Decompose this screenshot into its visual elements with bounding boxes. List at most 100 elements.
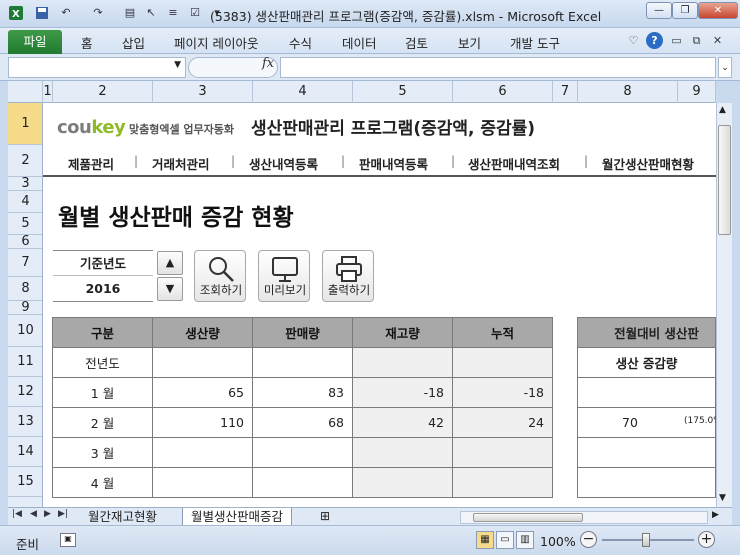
row-header[interactable]: 8 [8, 277, 42, 301]
zoom-level[interactable]: 100% [540, 534, 576, 549]
tab-formulas[interactable]: 수식 [289, 33, 312, 52]
last-sheet-icon[interactable]: ▶| [58, 509, 68, 519]
cell[interactable] [452, 347, 553, 378]
row-header[interactable]: 10 [8, 315, 42, 347]
tab-data[interactable]: 데이터 [342, 33, 377, 52]
worksheet-grid[interactable]: coukey 맞춤형엑셀 업무자동화 생산판매관리 프로그램(증감액, 증감률)… [43, 103, 716, 507]
column-header[interactable]: 4 [253, 81, 353, 103]
cell[interactable]: 42 [352, 407, 453, 438]
cell[interactable]: 24 [452, 407, 553, 438]
nav-product[interactable]: 제품관리 [68, 154, 114, 173]
name-box[interactable]: ▼ [8, 57, 186, 78]
scroll-up-icon[interactable]: ▲ [719, 105, 726, 115]
cell[interactable] [252, 467, 353, 498]
next-sheet-icon[interactable]: ▶ [44, 509, 51, 519]
workbook-close-icon[interactable]: ✕ [709, 32, 726, 49]
zoom-in-icon[interactable]: + [698, 531, 715, 548]
tab-file[interactable]: 파일 [8, 30, 62, 54]
nav-production-entry[interactable]: 생산내역등록 [249, 154, 318, 173]
normal-view-icon[interactable]: ▦ [476, 531, 494, 549]
column-header[interactable]: 6 [453, 81, 553, 103]
formula-input[interactable] [280, 57, 716, 78]
workbook-minimize-icon[interactable]: ▭ [668, 32, 685, 49]
page-layout-view-icon[interactable]: ▭ [496, 531, 514, 549]
scroll-right-icon[interactable]: ▶ [712, 510, 719, 520]
row-header[interactable]: 15 [8, 467, 42, 497]
sort-filter-icon[interactable]: ≡ [165, 5, 181, 21]
cell[interactable] [152, 437, 253, 468]
close-button[interactable]: ✕ [698, 2, 738, 19]
year-increase-button[interactable]: ▲ [157, 251, 183, 275]
redo-icon[interactable]: ↷ [90, 5, 106, 21]
undo-icon[interactable]: ↶ [58, 5, 74, 21]
row-header[interactable]: 13 [8, 407, 42, 437]
column-header[interactable]: 1 [43, 81, 53, 103]
preview-button[interactable]: 미리보기 [258, 250, 310, 302]
nav-sales-entry[interactable]: 판매내역등록 [359, 154, 428, 173]
cell[interactable]: 83 [252, 377, 353, 408]
nav-client[interactable]: 거래처관리 [152, 154, 210, 173]
row-header[interactable]: 7 [8, 249, 42, 277]
row-header[interactable]: 1 [8, 103, 42, 145]
excel-app-icon[interactable]: X [8, 5, 24, 21]
tab-review[interactable]: 검토 [405, 33, 428, 52]
cell[interactable]: -18 [452, 377, 553, 408]
cell[interactable] [577, 467, 716, 498]
cell[interactable] [577, 437, 716, 468]
nav-monthly-status[interactable]: 월간생산판매현황 [602, 154, 694, 173]
sheet-tab-inventory[interactable]: 월간재고현황 [80, 508, 165, 526]
column-header[interactable]: 5 [353, 81, 453, 103]
cell[interactable]: 110 [152, 407, 253, 438]
cell[interactable] [152, 467, 253, 498]
nav-inquiry[interactable]: 생산판매내역조회 [468, 154, 560, 173]
horizontal-scroll-thumb[interactable] [473, 513, 583, 522]
pointer-icon[interactable]: ↖ [143, 5, 159, 21]
row-label[interactable]: 2 월 [52, 407, 153, 438]
row-header[interactable]: 6 [8, 234, 42, 249]
cell[interactable] [252, 437, 353, 468]
zoom-slider-handle[interactable] [642, 533, 650, 547]
row-header[interactable]: 11 [8, 347, 42, 377]
prev-sheet-icon[interactable]: ◀ [30, 509, 37, 519]
year-decrease-button[interactable]: ▼ [157, 277, 183, 301]
row-header[interactable]: 4 [8, 191, 42, 213]
insert-function-icon[interactable]: fx [262, 56, 274, 71]
cell[interactable] [452, 467, 553, 498]
maximize-button[interactable]: ❐ [672, 2, 698, 19]
cell[interactable]: 68 [252, 407, 353, 438]
search-button[interactable]: 조회하기 [194, 250, 246, 302]
cell[interactable]: -18 [352, 377, 453, 408]
row-label[interactable]: 3 월 [52, 437, 153, 468]
form-icon[interactable]: ▤ [122, 5, 138, 21]
tab-developer[interactable]: 개발 도구 [510, 33, 560, 52]
macro-record-icon[interactable]: ▣ [60, 533, 76, 547]
row-header[interactable]: 5 [8, 213, 42, 235]
column-header[interactable]: 2 [53, 81, 153, 103]
checklist-icon[interactable]: ☑ [187, 5, 203, 21]
zoom-out-icon[interactable]: − [580, 531, 597, 548]
year-value[interactable]: 2016 [53, 276, 153, 302]
expand-formula-bar-icon[interactable]: ⌄ [718, 57, 732, 78]
save-icon[interactable] [34, 5, 50, 21]
row-header[interactable]: 2 [8, 145, 42, 177]
cell[interactable] [577, 377, 716, 408]
row-header[interactable]: 9 [8, 300, 42, 315]
ribbon-minimize-icon[interactable]: ♡ [625, 32, 642, 49]
tab-page-layout[interactable]: 페이지 레이아웃 [174, 33, 258, 52]
column-header[interactable]: 3 [153, 81, 253, 103]
row-header[interactable]: 14 [8, 437, 42, 467]
insert-sheet-icon[interactable]: ⊞ [320, 509, 330, 523]
minimize-button[interactable]: — [646, 2, 672, 19]
column-header[interactable]: 9 [678, 81, 716, 103]
tab-home[interactable]: 홈 [81, 33, 93, 52]
horizontal-scrollbar[interactable] [460, 511, 708, 524]
scroll-down-icon[interactable]: ▼ [719, 493, 726, 503]
print-button[interactable]: 출력하기 [322, 250, 374, 302]
column-header[interactable]: 7 [553, 81, 578, 103]
help-icon[interactable]: ? [646, 32, 663, 49]
vertical-scroll-thumb[interactable] [718, 125, 731, 235]
vertical-scrollbar[interactable]: ▲ ▼ [716, 103, 732, 507]
row-label[interactable]: 전년도 [52, 347, 153, 378]
row-header[interactable]: 3 [8, 176, 42, 191]
cell[interactable] [152, 347, 253, 378]
